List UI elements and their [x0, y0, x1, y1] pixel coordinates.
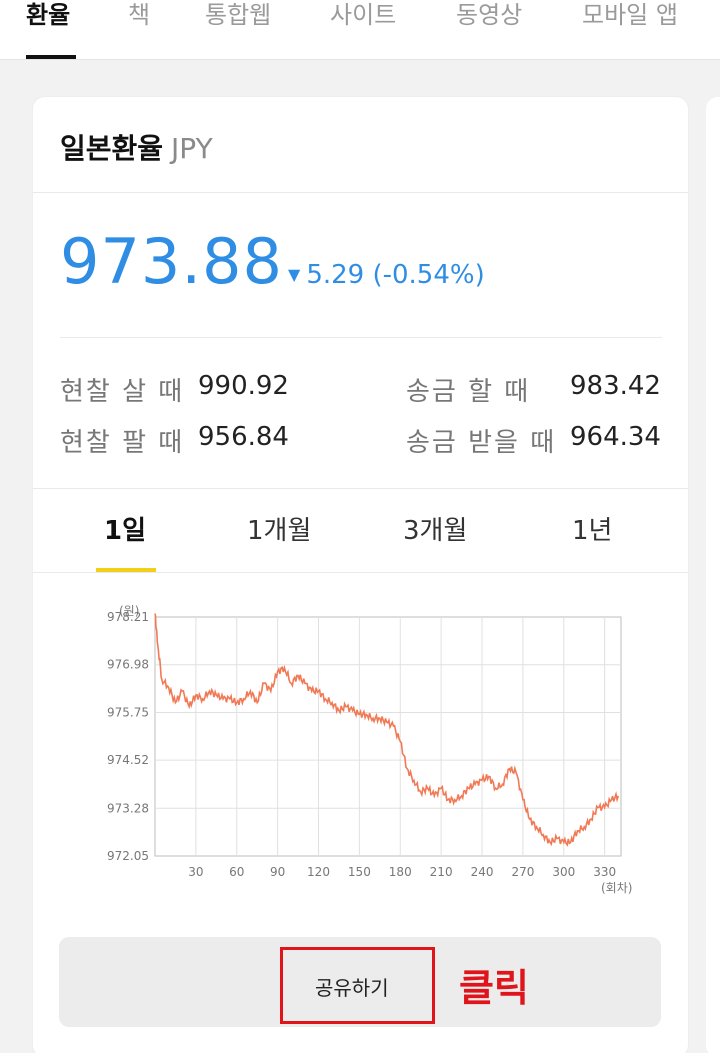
x-tick-label: 90	[270, 865, 285, 879]
tab-web[interactable]: 통합웹	[205, 0, 271, 60]
x-tick-label: 180	[389, 865, 412, 879]
card-title: 일본환율 JPY	[60, 127, 213, 167]
send-label: 송금 할 때	[406, 377, 531, 407]
plot-area	[154, 616, 622, 857]
down-arrow-icon: ▼	[288, 265, 301, 284]
price-change: ▼ 5.29 (-0.54%)	[288, 260, 485, 290]
active-tab-indicator	[26, 55, 76, 59]
x-axis-unit-label: (회차)	[601, 881, 632, 895]
x-tick-label: 30	[188, 865, 203, 879]
top-nav: 환율 책 통합웹 사이트 동영상 모바일 앱	[0, 0, 720, 60]
rates-divider	[33, 488, 688, 489]
tab-exchange[interactable]: 환율	[26, 0, 70, 60]
period-tab-1day[interactable]: 1일	[104, 510, 146, 547]
y-tick-label: 974.52	[107, 753, 149, 767]
title-divider	[33, 192, 688, 193]
next-card-edge	[706, 97, 720, 1053]
tab-books[interactable]: 책	[128, 0, 150, 60]
receive-label: 송금 받을 때	[406, 428, 557, 458]
receive-value: 964.34	[570, 422, 661, 452]
x-tick-label: 150	[348, 865, 371, 879]
tab-videos[interactable]: 동영상	[456, 0, 522, 60]
cash-sell-label: 현찰 팔 때	[60, 428, 185, 458]
x-tick-label: 330	[593, 865, 616, 879]
currency-code: JPY	[171, 132, 213, 165]
y-tick-label: 975.75	[107, 705, 149, 719]
cash-buy-label: 현찰 살 때	[60, 377, 185, 407]
exchange-rate-card: 일본환율 JPY 973.88 ▼ 5.29 (-0.54%) 현찰 살 때 990…	[33, 97, 688, 1053]
y-tick-label: 973.28	[107, 801, 149, 815]
period-tab-1year[interactable]: 1년	[572, 510, 612, 547]
click-annotation: 클릭	[459, 966, 529, 1010]
y-tick-label: 976.98	[107, 658, 149, 672]
cash-sell-value: 956.84	[198, 422, 289, 452]
x-tick-label: 210	[430, 865, 453, 879]
x-tick-label: 120	[307, 865, 330, 879]
current-price: 973.88	[60, 225, 283, 298]
x-tick-label: 270	[511, 865, 534, 879]
tab-sites[interactable]: 사이트	[330, 0, 396, 60]
share-button[interactable]: 공유하기	[315, 972, 389, 1001]
cash-buy-value: 990.92	[198, 371, 289, 401]
tab-mobile-apps[interactable]: 모바일 앱	[582, 0, 678, 60]
x-tick-label: 240	[471, 865, 494, 879]
price-divider	[60, 337, 662, 338]
x-tick-label: 300	[552, 865, 575, 879]
period-tab-1month[interactable]: 1개월	[247, 510, 311, 547]
y-tick-label: 972.05	[107, 849, 149, 863]
y-axis-unit-label: (원)	[119, 604, 139, 618]
period-divider	[33, 572, 688, 573]
send-value: 983.42	[570, 371, 661, 401]
card-title-text: 일본환율	[60, 132, 164, 165]
period-tab-3month[interactable]: 3개월	[403, 510, 467, 547]
price-change-value: 5.29 (-0.54%)	[306, 260, 485, 290]
x-tick-label: 60	[229, 865, 244, 879]
exchange-rate-chart: 978.21976.98975.75974.52973.28972.0530 60…	[107, 604, 632, 895]
